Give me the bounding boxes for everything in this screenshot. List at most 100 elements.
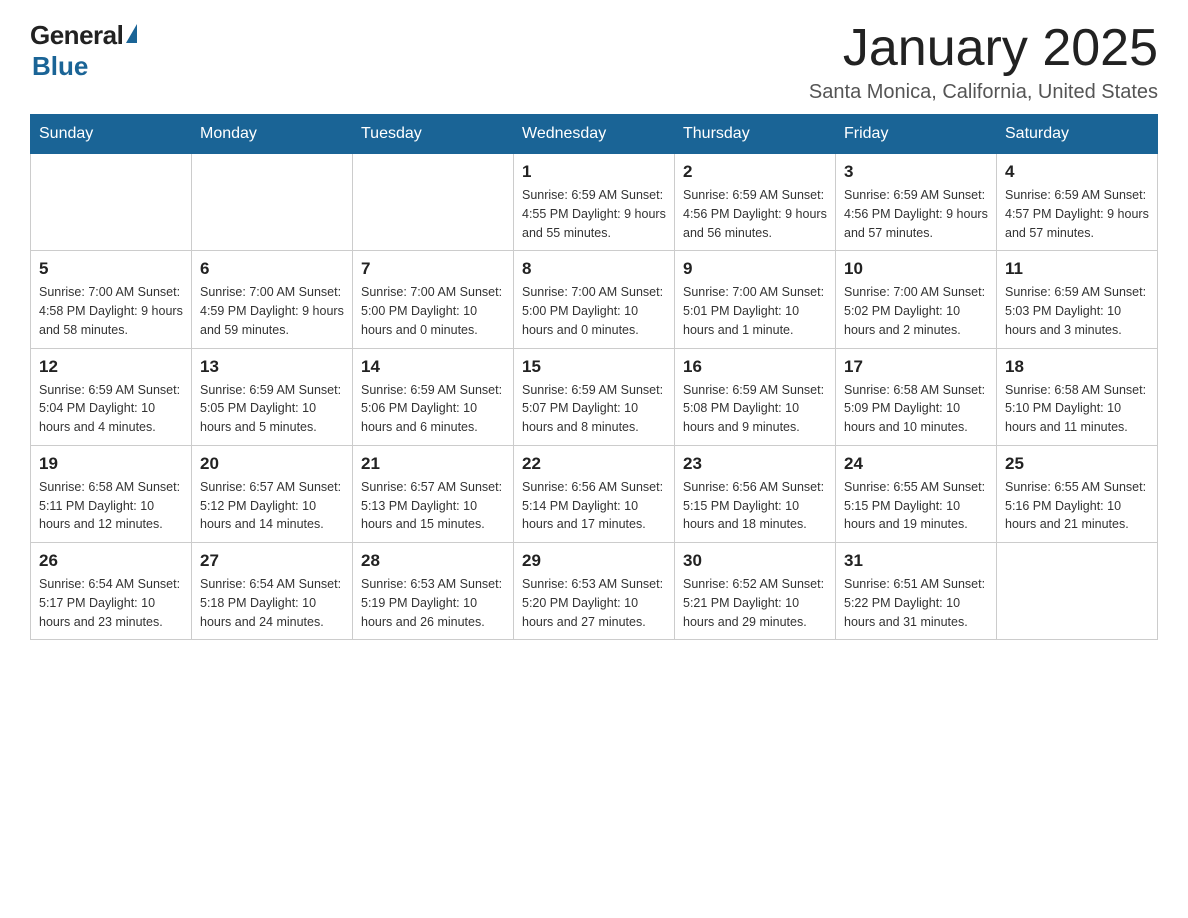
logo-blue-text: Blue <box>32 51 88 82</box>
week-row-5: 26Sunrise: 6:54 AM Sunset: 5:17 PM Dayli… <box>31 543 1158 640</box>
title-section: January 2025 Santa Monica, California, U… <box>809 20 1158 104</box>
day-number: 18 <box>1005 357 1149 377</box>
day-info: Sunrise: 6:59 AM Sunset: 5:05 PM Dayligh… <box>200 381 344 437</box>
calendar-cell: 11 Sunrise: 6:59 AM Sunset: 5:03 PM Dayli… <box>997 251 1158 348</box>
weekday-header-wednesday: Wednesday <box>514 115 675 154</box>
day-number: 30 <box>683 551 827 571</box>
calendar-cell: 22 Sunrise: 6:56 AM Sunset: 5:14 PM Dayli… <box>514 445 675 542</box>
day-number: 4 <box>1005 162 1149 182</box>
day-info: Sunrise: 6:57 AM Sunset: 5:12 PM Dayligh… <box>200 478 344 534</box>
day-number: 8 <box>522 259 666 279</box>
calendar-cell: 21 Sunrise: 6:57 AM Sunset: 5:13 PM Dayli… <box>353 445 514 542</box>
day-number: 27 <box>200 551 344 571</box>
day-number: 12 <box>39 357 183 377</box>
day-number: 20 <box>200 454 344 474</box>
calendar-cell: 7 Sunrise: 7:00 AM Sunset: 5:00 PM Daylig… <box>353 251 514 348</box>
day-number: 21 <box>361 454 505 474</box>
day-info: Sunrise: 6:59 AM Sunset: 5:06 PM Dayligh… <box>361 381 505 437</box>
calendar-cell: 10 Sunrise: 7:00 AM Sunset: 5:02 PM Dayli… <box>836 251 997 348</box>
day-info: Sunrise: 6:55 AM Sunset: 5:15 PM Dayligh… <box>844 478 988 534</box>
day-info: Sunrise: 6:55 AM Sunset: 5:16 PM Dayligh… <box>1005 478 1149 534</box>
calendar-cell: 13 Sunrise: 6:59 AM Sunset: 5:05 PM Dayli… <box>192 348 353 445</box>
calendar-cell: 2Sunrise: 6:59 AM Sunset: 4:56 PM Daylig… <box>675 154 836 251</box>
day-info: Sunrise: 6:59 AM Sunset: 4:57 PM Dayligh… <box>1005 186 1149 242</box>
calendar-cell: 6 Sunrise: 7:00 AM Sunset: 4:59 PM Daylig… <box>192 251 353 348</box>
day-info: Sunrise: 6:59 AM Sunset: 4:56 PM Dayligh… <box>844 186 988 242</box>
calendar-cell: 27Sunrise: 6:54 AM Sunset: 5:18 PM Dayli… <box>192 543 353 640</box>
day-info: Sunrise: 6:59 AM Sunset: 4:55 PM Dayligh… <box>522 186 666 242</box>
day-number: 23 <box>683 454 827 474</box>
calendar-cell: 5 Sunrise: 7:00 AM Sunset: 4:58 PM Daylig… <box>31 251 192 348</box>
day-info: Sunrise: 6:59 AM Sunset: 5:08 PM Dayligh… <box>683 381 827 437</box>
weekday-header-friday: Friday <box>836 115 997 154</box>
day-info: Sunrise: 7:00 AM Sunset: 5:02 PM Dayligh… <box>844 283 988 339</box>
day-info: Sunrise: 7:00 AM Sunset: 5:00 PM Dayligh… <box>361 283 505 339</box>
day-info: Sunrise: 7:00 AM Sunset: 5:01 PM Dayligh… <box>683 283 827 339</box>
day-number: 29 <box>522 551 666 571</box>
day-number: 2 <box>683 162 827 182</box>
calendar-cell: 17 Sunrise: 6:58 AM Sunset: 5:09 PM Dayli… <box>836 348 997 445</box>
calendar-cell: 31 Sunrise: 6:51 AM Sunset: 5:22 PM Dayli… <box>836 543 997 640</box>
calendar-cell: 18 Sunrise: 6:58 AM Sunset: 5:10 PM Dayli… <box>997 348 1158 445</box>
day-info: Sunrise: 6:57 AM Sunset: 5:13 PM Dayligh… <box>361 478 505 534</box>
day-number: 3 <box>844 162 988 182</box>
day-number: 19 <box>39 454 183 474</box>
weekday-header-tuesday: Tuesday <box>353 115 514 154</box>
page-header: General Blue January 2025 Santa Monica, … <box>30 20 1158 104</box>
day-info: Sunrise: 6:53 AM Sunset: 5:20 PM Dayligh… <box>522 575 666 631</box>
calendar-cell: 29 Sunrise: 6:53 AM Sunset: 5:20 PM Dayli… <box>514 543 675 640</box>
calendar-cell: 15Sunrise: 6:59 AM Sunset: 5:07 PM Dayli… <box>514 348 675 445</box>
calendar-cell: 24 Sunrise: 6:55 AM Sunset: 5:15 PM Dayli… <box>836 445 997 542</box>
day-number: 13 <box>200 357 344 377</box>
logo-general-text: General <box>30 20 123 51</box>
day-number: 9 <box>683 259 827 279</box>
day-number: 6 <box>200 259 344 279</box>
day-info: Sunrise: 6:56 AM Sunset: 5:15 PM Dayligh… <box>683 478 827 534</box>
day-number: 1 <box>522 162 666 182</box>
day-info: Sunrise: 6:56 AM Sunset: 5:14 PM Dayligh… <box>522 478 666 534</box>
day-info: Sunrise: 6:59 AM Sunset: 5:04 PM Dayligh… <box>39 381 183 437</box>
calendar-cell <box>31 154 192 251</box>
day-number: 10 <box>844 259 988 279</box>
calendar-table: SundayMondayTuesdayWednesdayThursdayFrid… <box>30 114 1158 640</box>
day-number: 11 <box>1005 259 1149 279</box>
day-info: Sunrise: 7:00 AM Sunset: 4:59 PM Dayligh… <box>200 283 344 339</box>
calendar-cell: 9 Sunrise: 7:00 AM Sunset: 5:01 PM Daylig… <box>675 251 836 348</box>
calendar-cell: 12 Sunrise: 6:59 AM Sunset: 5:04 PM Dayli… <box>31 348 192 445</box>
day-info: Sunrise: 6:52 AM Sunset: 5:21 PM Dayligh… <box>683 575 827 631</box>
day-number: 22 <box>522 454 666 474</box>
day-info: Sunrise: 6:59 AM Sunset: 5:03 PM Dayligh… <box>1005 283 1149 339</box>
day-number: 5 <box>39 259 183 279</box>
calendar-cell: 26Sunrise: 6:54 AM Sunset: 5:17 PM Dayli… <box>31 543 192 640</box>
day-number: 31 <box>844 551 988 571</box>
day-number: 7 <box>361 259 505 279</box>
week-row-4: 19 Sunrise: 6:58 AM Sunset: 5:11 PM Dayli… <box>31 445 1158 542</box>
week-row-2: 5 Sunrise: 7:00 AM Sunset: 4:58 PM Daylig… <box>31 251 1158 348</box>
day-number: 28 <box>361 551 505 571</box>
calendar-cell: 16Sunrise: 6:59 AM Sunset: 5:08 PM Dayli… <box>675 348 836 445</box>
day-info: Sunrise: 6:54 AM Sunset: 5:17 PM Dayligh… <box>39 575 183 631</box>
day-info: Sunrise: 6:51 AM Sunset: 5:22 PM Dayligh… <box>844 575 988 631</box>
week-row-1: 1 Sunrise: 6:59 AM Sunset: 4:55 PM Daylig… <box>31 154 1158 251</box>
calendar-cell: 3 Sunrise: 6:59 AM Sunset: 4:56 PM Daylig… <box>836 154 997 251</box>
day-info: Sunrise: 6:58 AM Sunset: 5:09 PM Dayligh… <box>844 381 988 437</box>
calendar-cell: 4 Sunrise: 6:59 AM Sunset: 4:57 PM Daylig… <box>997 154 1158 251</box>
day-info: Sunrise: 6:58 AM Sunset: 5:10 PM Dayligh… <box>1005 381 1149 437</box>
calendar-cell: 23 Sunrise: 6:56 AM Sunset: 5:15 PM Dayli… <box>675 445 836 542</box>
calendar-cell <box>353 154 514 251</box>
logo-triangle-icon <box>126 24 137 43</box>
day-number: 14 <box>361 357 505 377</box>
day-number: 17 <box>844 357 988 377</box>
day-info: Sunrise: 6:58 AM Sunset: 5:11 PM Dayligh… <box>39 478 183 534</box>
day-number: 24 <box>844 454 988 474</box>
day-info: Sunrise: 6:59 AM Sunset: 5:07 PM Dayligh… <box>522 381 666 437</box>
calendar-cell: 1 Sunrise: 6:59 AM Sunset: 4:55 PM Daylig… <box>514 154 675 251</box>
calendar-cell: 14 Sunrise: 6:59 AM Sunset: 5:06 PM Dayli… <box>353 348 514 445</box>
calendar-cell: 8Sunrise: 7:00 AM Sunset: 5:00 PM Daylig… <box>514 251 675 348</box>
calendar-cell <box>997 543 1158 640</box>
weekday-header-row: SundayMondayTuesdayWednesdayThursdayFrid… <box>31 115 1158 154</box>
day-info: Sunrise: 7:00 AM Sunset: 4:58 PM Dayligh… <box>39 283 183 339</box>
calendar-title: January 2025 <box>809 20 1158 77</box>
weekday-header-monday: Monday <box>192 115 353 154</box>
calendar-cell: 19 Sunrise: 6:58 AM Sunset: 5:11 PM Dayli… <box>31 445 192 542</box>
